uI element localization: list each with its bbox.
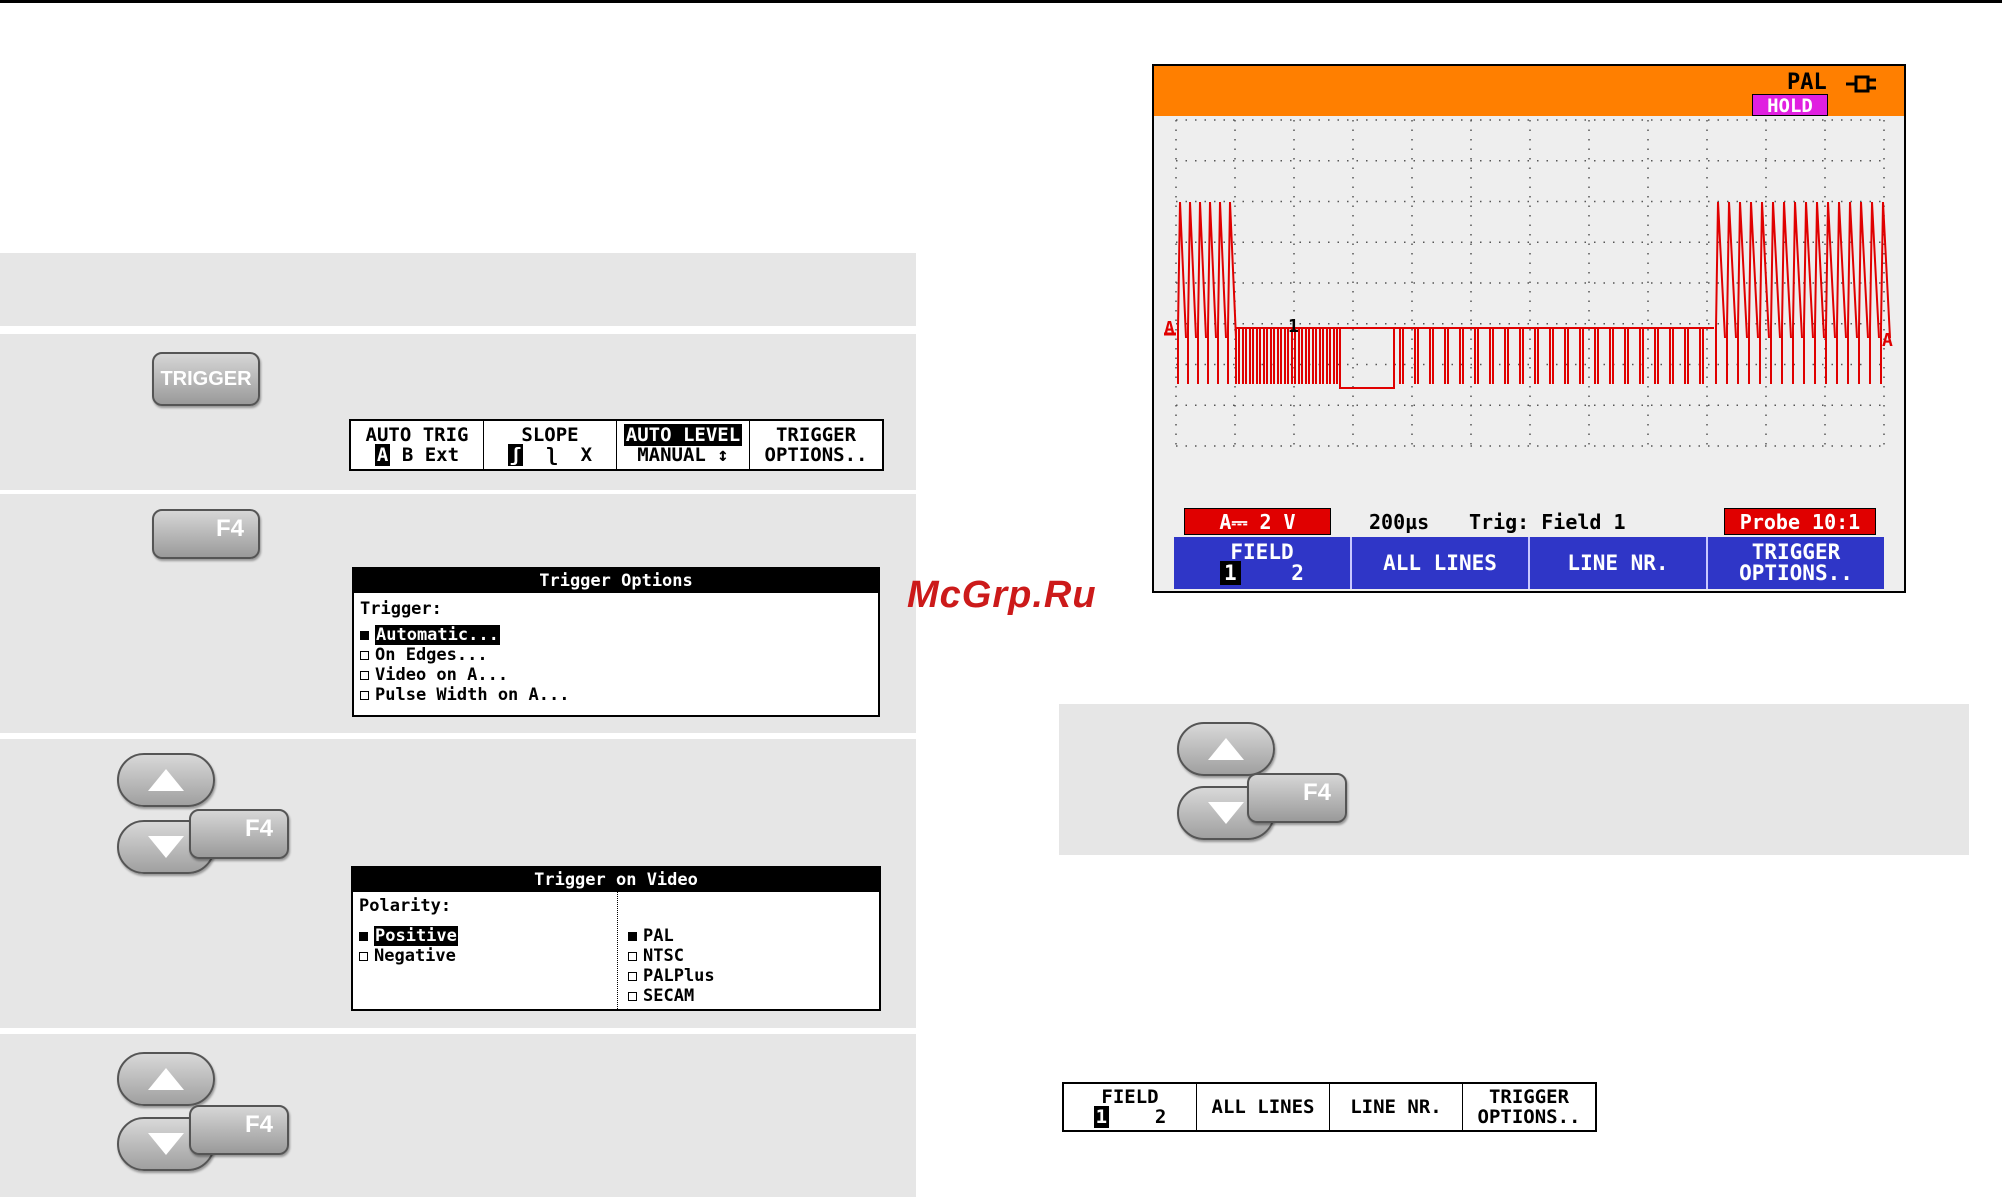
menu-auto-level-title: AUTO LEVEL xyxy=(623,424,743,446)
system-option-pal[interactable]: PAL xyxy=(628,926,715,946)
arrow-down-icon xyxy=(1208,802,1244,824)
radio-icon xyxy=(360,670,369,680)
menu-auto-trig-title: AUTO TRIG xyxy=(365,424,469,446)
menu-field[interactable]: FIELD 1 2 xyxy=(1064,1084,1197,1130)
menu-field-trigger-options-line1: TRIGGER xyxy=(1488,1086,1570,1108)
radio-selected-icon xyxy=(628,931,637,941)
auto-trig-option-b: B xyxy=(401,444,414,466)
timebase-readout: 200µs xyxy=(1369,510,1430,534)
ac-plug-icon xyxy=(1846,75,1876,93)
scope-menu-all-lines[interactable]: ALL LINES xyxy=(1352,537,1530,589)
system-option-ntsc[interactable]: NTSC xyxy=(628,946,715,966)
menu-field-trigger-options[interactable]: TRIGGER OPTIONS.. xyxy=(1463,1084,1595,1130)
radio-icon xyxy=(360,650,369,660)
dialog-divider xyxy=(617,892,619,1009)
scope-field-two: 2 xyxy=(1291,561,1304,585)
field-menu-bar: FIELD 1 2 ALL LINES LINE NR. TRIGGER OPT… xyxy=(1062,1082,1597,1132)
arrow-down-icon xyxy=(148,1133,184,1155)
scope-field-one: 1 xyxy=(1220,561,1241,585)
f4-key-right[interactable]: F4 xyxy=(1247,773,1347,823)
field-option-two: 2 xyxy=(1154,1106,1167,1128)
slope-rise-icon: ʃ xyxy=(507,444,524,466)
scope-menu-trigger-options[interactable]: TRIGGER OPTIONS.. xyxy=(1708,537,1884,589)
polarity-label: Polarity: xyxy=(359,896,452,916)
arrow-up-key-step5[interactable] xyxy=(117,1052,215,1106)
probe-readout: Probe 10:1 xyxy=(1724,508,1876,535)
trigger-menu-bar: AUTO TRIG A B Ext SLOPE ʃ ʅ X AUTO LEVEL… xyxy=(349,419,884,471)
arrow-up-icon xyxy=(148,1068,184,1090)
arrow-up-key[interactable] xyxy=(117,753,215,807)
menu-auto-level[interactable]: AUTO LEVEL MANUAL ↕ xyxy=(617,421,750,469)
scope-menu-field-title: FIELD xyxy=(1230,540,1294,564)
f4-key-step5[interactable]: F4 xyxy=(189,1105,289,1155)
trigger-point-marker: 1 xyxy=(1288,316,1299,337)
watermark: McGrp.Ru xyxy=(907,574,1097,616)
trigger-on-video-dialog: Trigger on Video Polarity: Positive Nega… xyxy=(351,866,881,1011)
radio-icon xyxy=(628,971,637,981)
menu-auto-trig[interactable]: AUTO TRIG A B Ext xyxy=(351,421,484,469)
menu-line-nr[interactable]: LINE NR. xyxy=(1330,1084,1463,1130)
radio-icon xyxy=(360,690,369,700)
scope-menu-line-nr[interactable]: LINE NR. xyxy=(1530,537,1708,589)
vsync-pulse xyxy=(1339,328,1395,389)
trigger-option-video[interactable]: Video on A... xyxy=(360,665,878,685)
menu-trigger-options-line2: OPTIONS.. xyxy=(764,444,868,466)
slope-fall-icon: ʅ xyxy=(546,444,558,466)
f4-key-step4[interactable]: F4 xyxy=(189,809,289,859)
scope-menu-field[interactable]: FIELD 1 2 xyxy=(1174,537,1352,589)
channel-marker-left: A xyxy=(1164,318,1175,339)
menu-field-trigger-options-line2: OPTIONS.. xyxy=(1477,1106,1581,1128)
trigger-options-dialog: Trigger Options Trigger: Automatic... On… xyxy=(352,567,880,717)
polarity-option-negative[interactable]: Negative xyxy=(359,946,458,966)
radio-icon xyxy=(359,951,368,961)
arrow-up-key-right[interactable] xyxy=(1177,722,1275,776)
radio-icon xyxy=(628,991,637,1001)
video-waveform xyxy=(1177,201,1891,384)
arrow-up-icon xyxy=(1208,738,1244,760)
scope-screen: PAL HOLD A A 1 A⎓ 2 V 200µs Trig: Field … xyxy=(1152,64,1906,593)
arrow-down-icon xyxy=(148,836,184,858)
radio-icon xyxy=(628,951,637,961)
page-top-rule xyxy=(0,0,2002,3)
trigger-key[interactable]: TRIGGER xyxy=(152,352,260,406)
hold-badge: HOLD xyxy=(1752,94,1828,117)
system-option-palplus[interactable]: PALPlus xyxy=(628,966,715,986)
trigger-option-on-edges[interactable]: On Edges... xyxy=(360,645,878,665)
scope-menu-trigger-options-line1: TRIGGER xyxy=(1751,540,1841,564)
system-option-secam[interactable]: SECAM xyxy=(628,986,715,1006)
scope-menu-bar: FIELD 1 2 ALL LINES LINE NR. TRIGGER OPT… xyxy=(1174,537,1884,589)
menu-auto-level-sub: MANUAL ↕ xyxy=(637,444,729,466)
menu-slope[interactable]: SLOPE ʃ ʅ X xyxy=(484,421,617,469)
slope-both-icon: X xyxy=(580,444,593,466)
radio-selected-icon xyxy=(360,630,369,640)
field-option-one: 1 xyxy=(1093,1106,1110,1128)
menu-slope-title: SLOPE xyxy=(521,424,579,446)
menu-trigger-options[interactable]: TRIGGER OPTIONS.. xyxy=(750,421,882,469)
scope-menu-trigger-options-line2: OPTIONS.. xyxy=(1739,561,1853,585)
f4-key[interactable]: F4 xyxy=(152,509,260,559)
menu-field-title: FIELD xyxy=(1101,1086,1159,1108)
radio-selected-icon xyxy=(359,931,368,941)
arrow-up-icon xyxy=(148,769,184,791)
trigger-label: Trigger: xyxy=(360,599,442,619)
trigger-options-title: Trigger Options xyxy=(354,569,878,593)
auto-trig-option-ext: Ext xyxy=(424,444,460,466)
menu-trigger-options-line1: TRIGGER xyxy=(775,424,857,446)
trigger-readout: Trig: Field 1 xyxy=(1469,510,1626,534)
range-readout: A⎓ 2 V xyxy=(1184,508,1331,535)
channel-marker-right: A xyxy=(1882,330,1893,351)
polarity-option-positive[interactable]: Positive xyxy=(359,926,458,946)
video-standard-label: PAL xyxy=(1787,70,1827,95)
video-dialog-title: Trigger on Video xyxy=(353,868,879,892)
step-row-1 xyxy=(0,253,916,326)
auto-trig-option-a: A xyxy=(374,444,391,466)
scope-plot xyxy=(1164,119,1891,447)
menu-all-lines[interactable]: ALL LINES xyxy=(1197,1084,1330,1130)
trigger-option-automatic[interactable]: Automatic... xyxy=(360,625,878,645)
trigger-option-pulse-width[interactable]: Pulse Width on A... xyxy=(360,685,878,705)
